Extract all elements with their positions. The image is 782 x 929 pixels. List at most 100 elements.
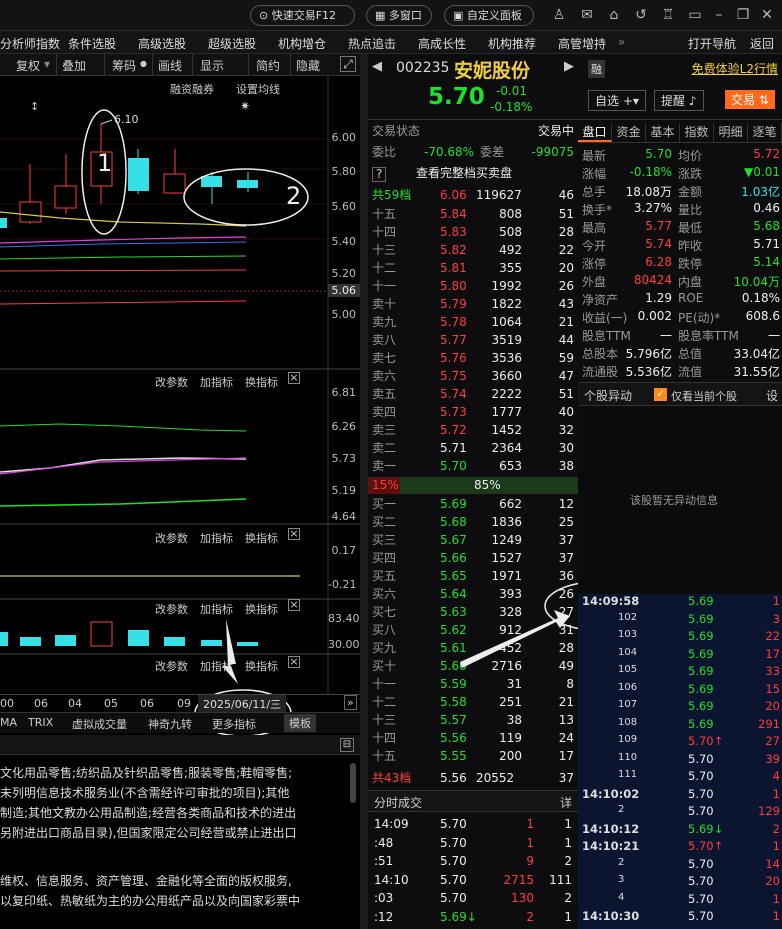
close-icon[interactable]: ×	[288, 372, 300, 384]
quick-trade-button[interactable]: ⊙ 快速交易F12	[250, 5, 355, 26]
ask-row[interactable]: 卖七 5.76 3536 59	[368, 350, 578, 367]
menu-item[interactable]: 热点追击	[348, 35, 396, 52]
ask-row[interactable]: 十一 5.80 1992 26	[368, 278, 578, 295]
switch-indicator-button[interactable]: 换指标	[245, 658, 278, 674]
hide-button[interactable]: 隐藏	[296, 57, 320, 74]
menu-more[interactable]: »	[618, 35, 625, 49]
close-icon[interactable]: ×	[288, 528, 300, 540]
bid-row[interactable]: 十一 5.59 31 8	[368, 676, 578, 693]
menu-item[interactable]: 超级选股	[208, 35, 256, 52]
remind-button[interactable]: 提醒 ♪	[654, 90, 704, 111]
custom-panel-button[interactable]: ▣ 自定义面板	[444, 5, 534, 26]
skin-icon[interactable]: ♖	[659, 6, 677, 24]
edit-param-button[interactable]: 改参数	[155, 658, 188, 674]
ask-row[interactable]: 卖四 5.73 1777 40	[368, 404, 578, 421]
ask-row[interactable]: 卖二 5.71 2364 30	[368, 440, 578, 457]
minimize-icon[interactable]: –	[710, 6, 728, 24]
switch-indicator-button[interactable]: 换指标	[245, 601, 278, 617]
display-dropdown[interactable]: 显示	[200, 57, 224, 74]
checkbox-icon[interactable]: ✓	[654, 388, 667, 401]
splitter[interactable]	[360, 54, 368, 929]
open-nav-link[interactable]: 打开导航	[688, 35, 736, 52]
tab-3[interactable]: 指数	[680, 123, 714, 142]
menu-item[interactable]: 分析师指数	[0, 35, 60, 52]
ask-row[interactable]: 卖十 5.79 1822 43	[368, 296, 578, 313]
tab-ma[interactable]: MA	[0, 716, 17, 729]
tab-template[interactable]: 模板	[284, 714, 316, 732]
collapse-icon[interactable]: ⊟	[340, 738, 354, 752]
add-indicator-button[interactable]: 加指标	[200, 530, 233, 546]
edit-param-button[interactable]: 改参数	[155, 374, 188, 390]
bid-row[interactable]: 买三 5.67 1249 37	[368, 532, 578, 549]
bid-row[interactable]: 买二 5.68 1836 25	[368, 514, 578, 531]
multi-window-button[interactable]: ▦ 多窗口	[366, 5, 432, 26]
back-link[interactable]: 返回	[750, 35, 774, 52]
chips-button[interactable]: 筹码	[112, 57, 136, 74]
menu-item[interactable]: 高管增持	[558, 35, 606, 52]
full-depth-link[interactable]: 查看完整档买卖盘	[416, 165, 512, 182]
tab-trix[interactable]: TRIX	[28, 716, 53, 729]
ask-row[interactable]: 卖九 5.78 1064 21	[368, 314, 578, 331]
simple-button[interactable]: 简约	[256, 57, 280, 74]
tab-5[interactable]: 逐笔	[748, 123, 782, 142]
switch-indicator-button[interactable]: 换指标	[245, 374, 278, 390]
kline-chart-area[interactable]: ↕ ✷ 1 2 6.10 融资融券 设置均线 6.00 5.80 5.60 5.…	[0, 54, 362, 735]
tab-virtual-volume[interactable]: 虚拟成交量	[72, 716, 127, 732]
bid-row[interactable]: 买四 5.66 1527 37	[368, 550, 578, 567]
bid-row[interactable]: 十三 5.57 38 13	[368, 712, 578, 729]
ask-row[interactable]: 十五 5.84 808 51	[368, 206, 578, 223]
ask-row[interactable]: 卖一 5.70 653 38	[368, 458, 578, 475]
close-icon[interactable]: ✕	[758, 6, 776, 24]
ask-row[interactable]: 卖五 5.74 2222 51	[368, 386, 578, 403]
ask-row[interactable]: 十三 5.82 492 22	[368, 242, 578, 259]
overlay-dropdown[interactable]: 叠加	[62, 57, 86, 74]
menu-item[interactable]: 高级选股	[138, 35, 186, 52]
ask-row[interactable]: 卖三 5.72 1452 32	[368, 422, 578, 439]
menu-item[interactable]: 条件选股	[68, 35, 116, 52]
layout-icon[interactable]: ▭	[686, 6, 704, 24]
add-indicator-button[interactable]: 加指标	[200, 374, 233, 390]
bid-row[interactable]: 十四 5.56 119 24	[368, 730, 578, 747]
alert-settings-button[interactable]: 设	[766, 387, 778, 404]
tab-0[interactable]: 盘口	[578, 123, 612, 142]
edit-param-button[interactable]: 改参数	[155, 530, 188, 546]
ask-row[interactable]: 十四 5.83 508 28	[368, 224, 578, 241]
switch-indicator-button[interactable]: 换指标	[245, 530, 278, 546]
user-icon[interactable]: ♙	[550, 6, 568, 24]
menu-item[interactable]: 机构推荐	[488, 35, 536, 52]
close-icon[interactable]: ×	[288, 599, 300, 611]
margin-label[interactable]: 融资融券	[170, 81, 214, 97]
adjust-dropdown[interactable]: 复权	[16, 57, 40, 74]
watchlist-button[interactable]: 自选 +▾	[588, 90, 646, 111]
edit-param-button[interactable]: 改参数	[155, 601, 188, 617]
expand-icon[interactable]: ⤢	[340, 56, 356, 72]
tab-4[interactable]: 明细	[714, 123, 748, 142]
menu-item[interactable]: 高成长性	[418, 35, 466, 52]
ask-row[interactable]: 卖六 5.75 3660 47	[368, 368, 578, 385]
add-indicator-button[interactable]: 加指标	[200, 601, 233, 617]
tab-magic-nine[interactable]: 神奇九转	[148, 716, 192, 732]
draw-line-button[interactable]: 画线	[158, 57, 182, 74]
bid-row[interactable]: 十二 5.58 251 21	[368, 694, 578, 711]
next-stock-icon[interactable]: ▶	[564, 59, 574, 74]
close-icon[interactable]: ×	[288, 656, 300, 668]
add-indicator-button[interactable]: 加指标	[200, 658, 233, 674]
trades-detail-button[interactable]: 详	[560, 794, 572, 811]
trade-button[interactable]: 交易 ⇅	[725, 90, 775, 109]
bid-row[interactable]: 买一 5.69 662 12	[368, 496, 578, 513]
set-ma-button[interactable]: 设置均线	[236, 81, 280, 97]
tab-2[interactable]: 基本	[646, 123, 680, 142]
back-icon[interactable]: ↺	[632, 6, 650, 24]
help-icon[interactable]: ?	[372, 167, 387, 182]
l2-trial-link[interactable]: 免费体验L2行情	[692, 60, 778, 77]
alert-current-only[interactable]: 仅看当前个股	[671, 388, 737, 404]
restore-icon[interactable]: ❐	[734, 6, 752, 24]
bid-row[interactable]: 十五 5.55 200 17	[368, 748, 578, 765]
prev-stock-icon[interactable]: ◀	[372, 59, 382, 74]
scroll-right-icon[interactable]: »	[344, 695, 357, 710]
menu-item[interactable]: 机构增仓	[278, 35, 326, 52]
tab-1[interactable]: 资金	[612, 123, 646, 142]
home-icon[interactable]: ⌂	[605, 6, 623, 24]
scrollbar[interactable]	[350, 763, 356, 803]
mail-icon[interactable]: ✉	[578, 6, 596, 24]
